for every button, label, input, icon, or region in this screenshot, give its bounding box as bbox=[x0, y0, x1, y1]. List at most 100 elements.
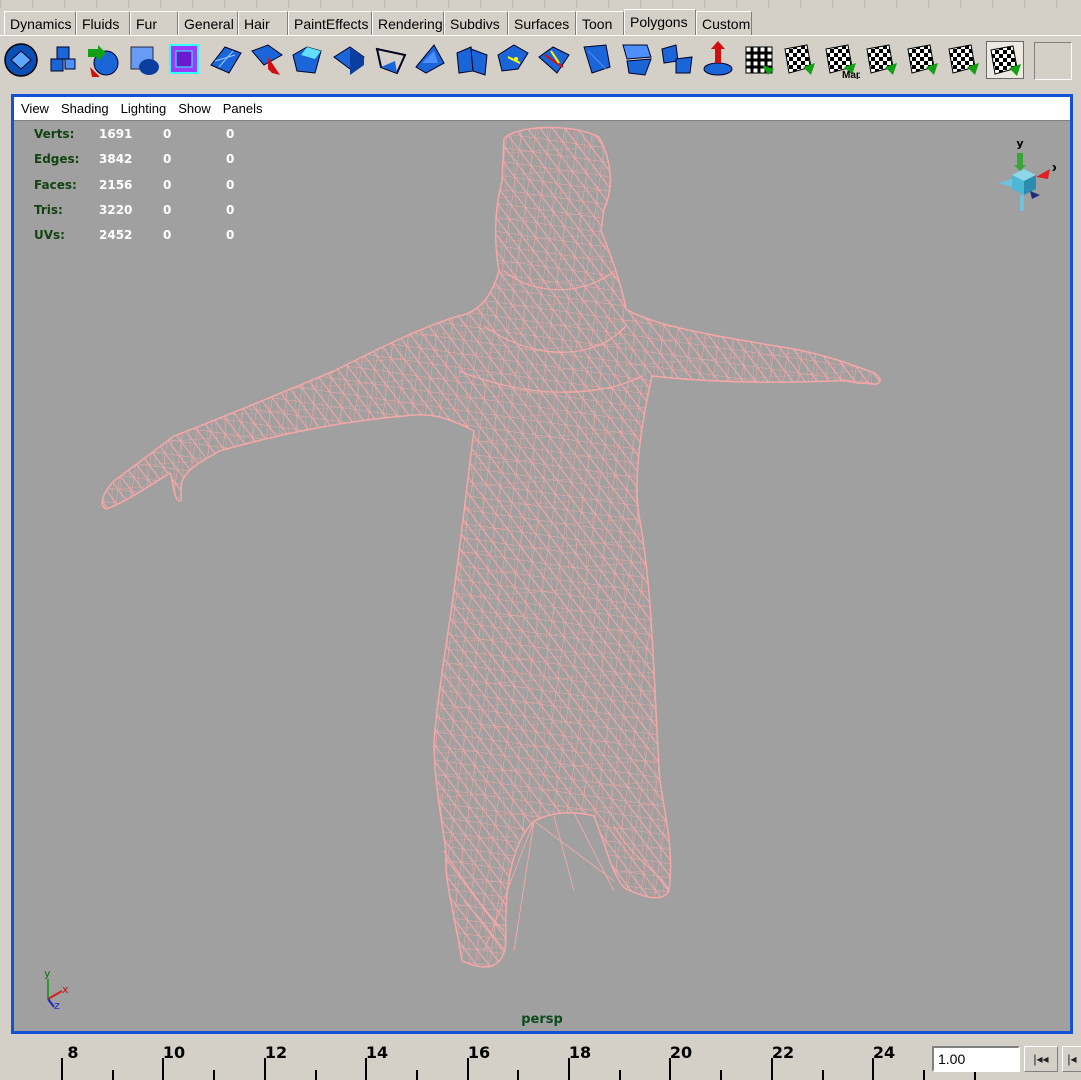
time-tick-label: 10 bbox=[162, 1043, 186, 1062]
tab-custom[interactable]: Custom bbox=[696, 11, 752, 35]
tab-fluids[interactable]: Fluids bbox=[76, 11, 130, 35]
step-back-button[interactable]: |◂ bbox=[1062, 1046, 1081, 1072]
create-polygon-icon[interactable] bbox=[371, 41, 409, 79]
time-tick bbox=[315, 1070, 317, 1080]
time-tick-label: 20 bbox=[669, 1043, 693, 1062]
hud-label: Edges: bbox=[34, 152, 80, 167]
tab-painteffects[interactable]: PaintEffects bbox=[288, 11, 372, 35]
panel-menu-show[interactable]: Show bbox=[172, 101, 217, 116]
collapse-icon[interactable] bbox=[535, 41, 573, 79]
sculpt-icon[interactable] bbox=[617, 41, 655, 79]
tab-hair[interactable]: Hair bbox=[238, 11, 288, 35]
panel-menu-shading[interactable]: Shading bbox=[55, 101, 115, 116]
poly-sphere-icon[interactable] bbox=[2, 41, 40, 79]
character-wireframe-mesh[interactable] bbox=[14, 121, 1070, 1031]
hud-label: Faces: bbox=[34, 177, 77, 192]
wedge-face-icon[interactable] bbox=[494, 41, 532, 79]
panel-menu-panels[interactable]: Panels bbox=[217, 101, 269, 116]
spherical-map-icon[interactable] bbox=[904, 41, 942, 79]
poly-plane-icon[interactable] bbox=[330, 41, 368, 79]
tab-rendering[interactable]: Rendering bbox=[372, 11, 444, 35]
axis-x-label: x bbox=[62, 983, 69, 996]
polygons-shelf: Map bbox=[0, 37, 1081, 87]
hud-value: 0 bbox=[163, 152, 172, 167]
tab-fur[interactable]: Fur bbox=[130, 11, 178, 35]
append-polygon-icon[interactable] bbox=[576, 41, 614, 79]
uv-texture-editor-icon[interactable] bbox=[986, 41, 1024, 79]
automatic-map-icon[interactable]: Map bbox=[822, 41, 860, 79]
hud-value: 3220 bbox=[99, 202, 133, 217]
time-tick bbox=[822, 1070, 824, 1080]
hud-value: 0 bbox=[226, 152, 235, 167]
hud-value: 2156 bbox=[99, 177, 133, 192]
time-tick bbox=[213, 1070, 215, 1080]
tab-surfaces[interactable]: Surfaces bbox=[508, 11, 576, 35]
panel-menu-view[interactable]: View bbox=[14, 101, 55, 116]
time-tick bbox=[416, 1070, 418, 1080]
current-time-field[interactable]: 1.00 bbox=[932, 1046, 1020, 1072]
time-tick bbox=[720, 1070, 722, 1080]
svg-text:Map: Map bbox=[842, 70, 860, 79]
hud-value: 0 bbox=[163, 127, 172, 141]
tab-subdivs[interactable]: Subdivs bbox=[444, 11, 508, 35]
hud-label: Verts: bbox=[34, 127, 75, 141]
tab-polygons[interactable]: Polygons bbox=[624, 9, 696, 35]
hud-value: 0 bbox=[226, 228, 235, 243]
shelf-tab-bar: Dynamics Fluids Fur General Hair PaintEffects… bbox=[0, 0, 1081, 36]
move-uv-icon[interactable] bbox=[740, 41, 778, 79]
time-slider[interactable]: 8 10 12 14 16 18 20 22 24 bbox=[0, 1038, 976, 1080]
panel-menu-lighting[interactable]: Lighting bbox=[115, 101, 173, 116]
subdiv-proxy-icon[interactable] bbox=[125, 41, 163, 79]
hud-value: 0 bbox=[226, 202, 235, 217]
hud-value: 0 bbox=[163, 177, 172, 192]
camera-name-label: persp bbox=[521, 1012, 563, 1027]
view-compass-icon[interactable]: y x bbox=[984, 135, 1056, 225]
time-tick bbox=[517, 1070, 519, 1080]
shelf-tabs-row: Dynamics Fluids Fur General Hair PaintEffects… bbox=[4, 9, 752, 35]
time-tick-label: 12 bbox=[264, 1043, 288, 1062]
hud-label: UVs: bbox=[34, 228, 65, 243]
hud-value: 1691 bbox=[99, 127, 133, 141]
bevel-cube-icon[interactable] bbox=[166, 41, 204, 79]
planar-map-icon[interactable] bbox=[781, 41, 819, 79]
empty-shelf-slot[interactable] bbox=[1034, 42, 1072, 80]
merge-icon[interactable] bbox=[453, 41, 491, 79]
hud-value: 0 bbox=[226, 177, 235, 192]
tab-toon[interactable]: Toon bbox=[576, 11, 624, 35]
poke-face-icon[interactable] bbox=[412, 41, 450, 79]
cylindrical-map-icon[interactable] bbox=[863, 41, 901, 79]
menu-strip-remnant bbox=[0, 0, 1081, 8]
time-tick-label: 8 bbox=[67, 1043, 79, 1062]
separate-icon[interactable] bbox=[658, 41, 696, 79]
time-tick bbox=[923, 1070, 925, 1080]
hud-value: 0 bbox=[163, 202, 172, 217]
view-cube-x-label: x bbox=[1052, 161, 1056, 174]
hud-value: 3842 bbox=[99, 152, 133, 167]
view-cube-y-label: y bbox=[1016, 137, 1023, 150]
time-tick bbox=[619, 1070, 621, 1080]
time-tick bbox=[112, 1070, 114, 1080]
tab-dynamics[interactable]: Dynamics bbox=[4, 11, 76, 35]
time-tick-label: 22 bbox=[771, 1043, 795, 1062]
axis-y-label: y bbox=[44, 967, 51, 980]
combine-icon[interactable] bbox=[699, 41, 737, 79]
extrude-face-icon[interactable] bbox=[43, 41, 81, 79]
panel-menu-bar: View Shading Lighting Show Panels bbox=[14, 97, 1070, 121]
poly-cylinder-icon[interactable] bbox=[84, 41, 122, 79]
axis-z-label: z bbox=[54, 999, 60, 1012]
go-to-start-button[interactable]: |◂◂ bbox=[1024, 1046, 1058, 1072]
split-polygon-icon[interactable] bbox=[248, 41, 286, 79]
time-tick-label: 16 bbox=[467, 1043, 491, 1062]
hud-label: Tris: bbox=[34, 202, 63, 217]
time-tick-label: 14 bbox=[365, 1043, 389, 1062]
extrude-edge-icon[interactable] bbox=[289, 41, 327, 79]
time-tick-label: 24 bbox=[872, 1043, 896, 1062]
smooth-icon[interactable] bbox=[207, 41, 245, 79]
time-tick-label: 18 bbox=[568, 1043, 592, 1062]
time-tick bbox=[61, 1058, 63, 1080]
tab-general[interactable]: General bbox=[178, 11, 238, 35]
tab-baseline bbox=[0, 35, 1081, 36]
perspective-viewport[interactable]: View Shading Lighting Show Panels Verts: 1691… bbox=[11, 94, 1073, 1034]
hud-value: 2452 bbox=[99, 228, 133, 243]
layout-uvs-icon[interactable] bbox=[945, 41, 983, 79]
